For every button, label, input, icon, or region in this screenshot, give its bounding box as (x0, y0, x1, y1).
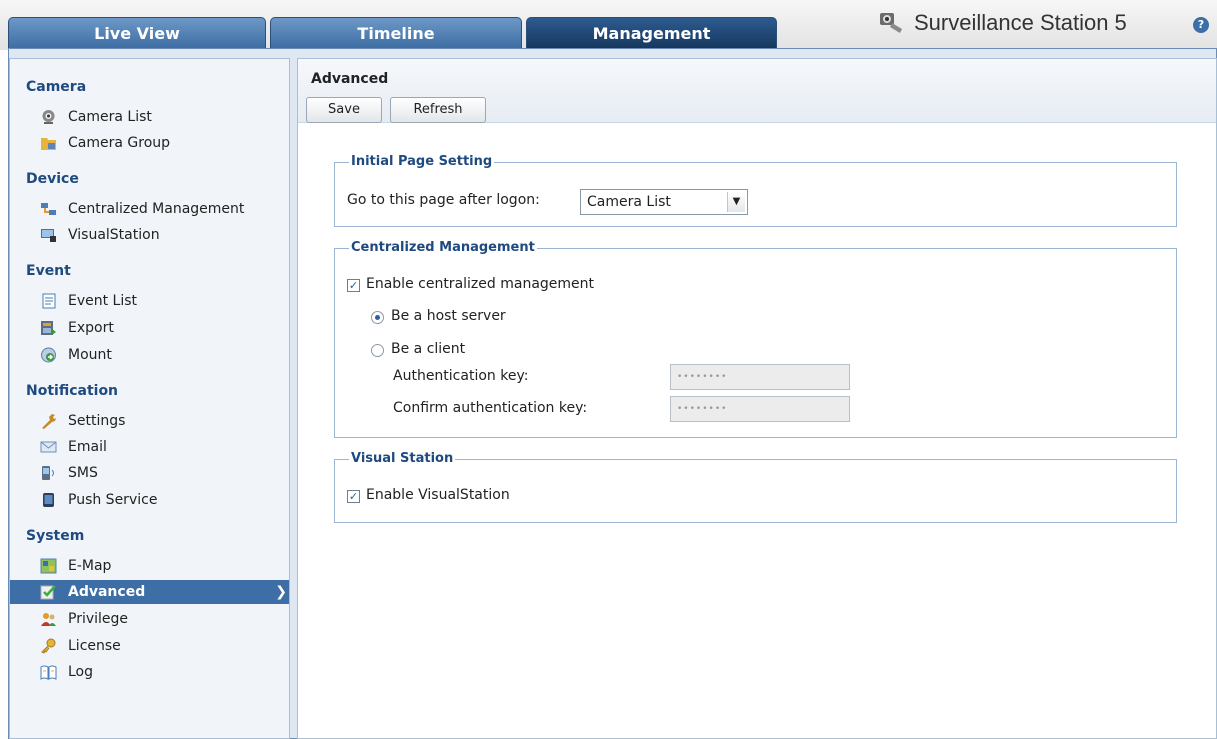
sidebar-item-sms[interactable]: SMS (10, 461, 289, 485)
initial-page-select[interactable]: Camera List ▼ (580, 189, 748, 215)
section-device: Device (26, 171, 79, 187)
sidebar: Camera Camera List Camera Group Device C… (9, 58, 290, 739)
enable-centralized-checkbox[interactable]: ✓ (347, 279, 360, 292)
top-bar: Live View Timeline Management Surveillan… (0, 0, 1217, 50)
monitor-icon (41, 229, 56, 242)
enable-visualstation-checkbox[interactable]: ✓ (347, 490, 360, 503)
client-label: Be a client (391, 341, 466, 357)
sidebar-item-license[interactable]: License (10, 634, 289, 658)
confirm-key-input[interactable]: •••••••• (670, 396, 850, 422)
save-button[interactable]: Save (306, 97, 382, 123)
tab-live-view[interactable]: Live View (8, 17, 266, 48)
page-title: Advanced (311, 71, 389, 87)
sidebar-item-label: Export (68, 320, 114, 336)
enable-visualstation-label: Enable VisualStation (366, 487, 510, 503)
sidebar-item-visualstation[interactable]: VisualStation (10, 223, 289, 247)
host-server-radio[interactable] (371, 311, 384, 324)
sidebar-item-label: SMS (68, 465, 98, 481)
sidebar-item-label: Settings (68, 413, 126, 429)
sidebar-item-log[interactable]: Log (10, 660, 289, 684)
users-icon (41, 613, 56, 626)
phone-icon (43, 493, 54, 507)
sidebar-item-label: Camera List (68, 109, 152, 125)
list-icon (42, 293, 56, 309)
surveillance-logo-icon (880, 13, 902, 33)
sidebar-item-export[interactable]: Export (10, 316, 289, 340)
chevron-right-icon: ❯ (275, 584, 287, 600)
sidebar-item-email[interactable]: Email (10, 435, 289, 459)
sidebar-item-push-service[interactable]: Push Service (10, 488, 289, 512)
folder-camera-icon (41, 138, 56, 150)
sidebar-item-label: Centralized Management (68, 201, 245, 217)
sidebar-item-label: Event List (68, 293, 138, 309)
sidebar-item-centralized-management[interactable]: Centralized Management (10, 197, 289, 221)
enable-centralized-label: Enable centralized management (366, 276, 595, 292)
section-notification: Notification (26, 383, 119, 399)
sidebar-item-advanced[interactable]: Advanced ❯ (10, 580, 289, 604)
centralized-management-group: Centralized Management ✓ Enable centrali… (334, 240, 1177, 438)
section-event: Event (26, 263, 71, 279)
sidebar-item-label: Log (68, 664, 94, 680)
host-server-label: Be a host server (391, 308, 506, 324)
sidebar-item-camera-list[interactable]: Camera List (10, 105, 289, 129)
centralized-management-legend: Centralized Management (349, 240, 537, 255)
sidebar-item-mount[interactable]: Mount (10, 343, 289, 367)
confirm-key-label: Confirm authentication key: (393, 400, 588, 416)
chevron-down-icon[interactable]: ▼ (727, 192, 745, 212)
wrench-icon (42, 414, 56, 429)
mount-icon (41, 347, 56, 363)
sidebar-item-label: E-Map (68, 558, 112, 574)
sidebar-item-e-map[interactable]: E-Map (10, 554, 289, 578)
envelope-icon (40, 441, 57, 453)
auth-key-input[interactable]: •••••••• (670, 364, 850, 390)
auth-key-label: Authentication key: (393, 368, 529, 384)
refresh-button[interactable]: Refresh (390, 97, 486, 123)
section-camera: Camera (26, 79, 87, 95)
sidebar-item-label: Push Service (68, 492, 158, 508)
sidebar-item-label: Mount (68, 347, 112, 363)
visual-station-group: Visual Station ✓ Enable VisualStation (334, 451, 1177, 523)
initial-page-group: Initial Page Setting Go to this page aft… (334, 154, 1177, 227)
sidebar-item-label: Advanced (68, 584, 146, 600)
sidebar-item-settings[interactable]: Settings (10, 409, 289, 433)
key-icon (41, 638, 56, 654)
tab-timeline[interactable]: Timeline (270, 17, 522, 48)
tab-management[interactable]: Management (526, 17, 777, 48)
sidebar-item-camera-group[interactable]: Camera Group (10, 131, 289, 155)
sidebar-item-privilege[interactable]: Privilege (10, 607, 289, 631)
app-title: Surveillance Station 5 (914, 10, 1127, 35)
camera-icon (42, 110, 55, 124)
sidebar-item-label: VisualStation (68, 227, 160, 243)
advanced-icon (40, 585, 56, 600)
help-icon[interactable]: ? (1193, 17, 1209, 33)
section-system: System (26, 528, 85, 544)
initial-page-label: Go to this page after logon: (347, 192, 540, 208)
visual-station-legend: Visual Station (349, 451, 456, 466)
initial-page-legend: Initial Page Setting (349, 154, 495, 169)
network-icon (41, 203, 56, 215)
sidebar-item-label: License (68, 638, 121, 654)
initial-page-select-value: Camera List (587, 194, 671, 210)
app-brand: Surveillance Station 5 (878, 8, 1127, 38)
sms-icon (42, 466, 54, 480)
sidebar-item-label: Email (68, 439, 107, 455)
main-header: Advanced Save Refresh (298, 59, 1216, 123)
client-radio[interactable] (371, 344, 384, 357)
sidebar-item-label: Privilege (68, 611, 129, 627)
export-icon (41, 321, 56, 335)
sidebar-item-label: Camera Group (68, 135, 171, 151)
sidebar-item-event-list[interactable]: Event List (10, 289, 289, 313)
map-icon (40, 558, 57, 574)
book-icon (40, 665, 57, 680)
main-panel: Advanced Save Refresh Initial Page Setti… (297, 58, 1217, 739)
